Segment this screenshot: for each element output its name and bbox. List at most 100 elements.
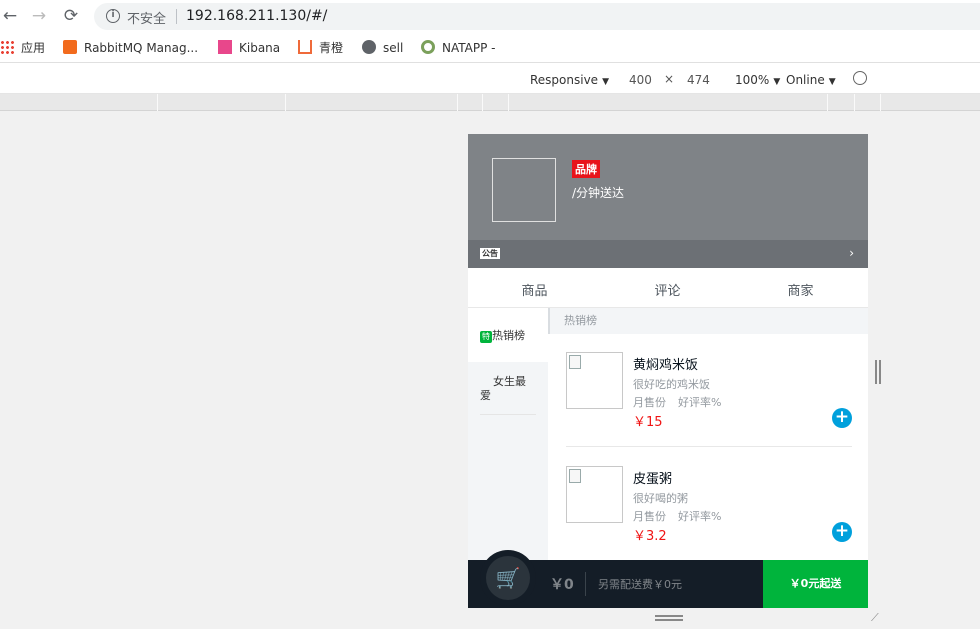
bookmark-natapp[interactable]: NATAPP - bbox=[421, 40, 495, 56]
resize-handle-right[interactable] bbox=[875, 360, 881, 384]
ruler-tick bbox=[457, 94, 458, 111]
menu-item-ladies[interactable]: 女生最爱 bbox=[468, 372, 548, 414]
cart-icon bbox=[298, 40, 312, 54]
rating: 好评率% bbox=[678, 396, 722, 409]
bookmark-label: RabbitMQ Manag... bbox=[84, 41, 199, 55]
kibana-icon bbox=[218, 40, 232, 54]
broken-image-icon bbox=[569, 355, 581, 369]
menu-item-label: 女生最爱 bbox=[480, 375, 526, 402]
media-query-ruler[interactable] bbox=[0, 94, 980, 111]
resize-handle-bottom[interactable] bbox=[655, 615, 683, 621]
back-icon[interactable]: ← bbox=[0, 6, 20, 26]
resize-corner-icon[interactable]: ⟋ bbox=[871, 612, 883, 624]
menu-divider bbox=[480, 414, 536, 415]
shopcart: 🛒 ￥0 另需配送费￥0元 ￥0元起送 bbox=[468, 550, 868, 608]
food-description: 很好喝的粥 bbox=[633, 492, 688, 505]
food-price: ￥15 bbox=[633, 415, 663, 430]
forward-icon[interactable]: → bbox=[29, 6, 49, 26]
height-input[interactable]: 474 bbox=[687, 73, 710, 87]
width-input[interactable]: 400 bbox=[629, 73, 652, 87]
network-select[interactable]: Online ▼ bbox=[786, 73, 836, 89]
network-label: Online bbox=[786, 73, 825, 87]
delivery-time: /分钟送达 bbox=[572, 186, 625, 200]
bookmark-apps[interactable]: 应用 bbox=[0, 40, 45, 56]
food-extra: 月售份 好评率% bbox=[633, 394, 721, 410]
ruler-tick bbox=[854, 94, 855, 111]
globe-icon bbox=[362, 40, 376, 54]
emulated-device: 品牌 /分钟送达 公告 › 商品 评论 商家 特热销榜 女生最爱 热销榜 黄焖鸡… bbox=[468, 134, 868, 608]
apps-grid-icon bbox=[0, 40, 14, 54]
ruler-tick bbox=[157, 94, 158, 111]
device-mode-select[interactable]: Responsive ▼ bbox=[530, 73, 609, 89]
food-divider bbox=[566, 446, 852, 447]
bookmark-label: 应用 bbox=[21, 41, 46, 55]
food-name: 皮蛋粥 bbox=[633, 472, 673, 487]
chevron-down-icon: ▼ bbox=[828, 77, 836, 87]
pay-button[interactable]: ￥0元起送 bbox=[763, 560, 868, 608]
tab-seller[interactable]: 商家 bbox=[734, 280, 867, 299]
food-name: 黄焖鸡米饭 bbox=[633, 358, 699, 373]
omnibox-divider bbox=[176, 9, 177, 24]
bookmark-qingcheng[interactable]: 青橙 bbox=[298, 40, 343, 56]
cart-total-price: ￥0 bbox=[550, 577, 574, 593]
add-to-cart-button[interactable]: + bbox=[832, 408, 852, 428]
menu-item-hot[interactable]: 特热销榜 bbox=[468, 308, 548, 362]
bookmark-label: Kibana bbox=[239, 41, 281, 55]
chevron-down-icon: ▼ bbox=[773, 77, 781, 87]
bookmark-label: NATAPP - bbox=[442, 41, 496, 55]
chevron-down-icon: ▼ bbox=[602, 77, 609, 87]
ruler-tick bbox=[285, 94, 286, 111]
info-icon[interactable]: i bbox=[106, 9, 120, 23]
seller-avatar bbox=[492, 158, 556, 222]
cart-logo-wrapper[interactable]: 🛒 bbox=[480, 550, 536, 606]
cart-divider bbox=[585, 572, 586, 596]
tab-bar: 商品 评论 商家 bbox=[468, 268, 868, 308]
broken-image-icon bbox=[569, 469, 581, 483]
food-description: 很好吃的鸡米饭 bbox=[633, 378, 710, 391]
sell-count: 月售份 bbox=[633, 510, 666, 523]
notice-bar[interactable]: 公告 › bbox=[468, 240, 868, 268]
add-to-cart-button[interactable]: + bbox=[832, 522, 852, 542]
delivery-fee: 另需配送费￥0元 bbox=[598, 578, 682, 591]
menu-item-label: 热销榜 bbox=[492, 329, 525, 342]
notice-tag: 公告 bbox=[480, 248, 500, 259]
food-group-title: 热销榜 bbox=[548, 308, 868, 334]
bookmark-kibana[interactable]: Kibana bbox=[218, 40, 280, 56]
foods-wrapper: 热销榜 黄焖鸡米饭 很好吃的鸡米饭 月售份 好评率% ￥15 + 皮蛋粥 很好喝的… bbox=[548, 308, 868, 560]
ruler-tick bbox=[880, 94, 881, 111]
bookmark-label: 青橙 bbox=[319, 41, 344, 55]
natapp-icon bbox=[421, 40, 435, 54]
sell-count: 月售份 bbox=[633, 396, 666, 409]
bookmark-sell[interactable]: sell bbox=[362, 40, 403, 56]
food-extra: 月售份 好评率% bbox=[633, 508, 721, 524]
bookmark-rabbitmq[interactable]: RabbitMQ Manag... bbox=[63, 40, 198, 56]
reload-icon[interactable]: ⟳ bbox=[61, 6, 81, 26]
ruler-tick bbox=[827, 94, 828, 111]
seller-header: 品牌 /分钟送达 公告 › bbox=[468, 134, 868, 268]
omnibox[interactable]: i 不安全 192.168.211.130/#/ bbox=[94, 3, 980, 30]
rabbitmq-icon bbox=[63, 40, 77, 54]
device-mode-label: Responsive bbox=[530, 73, 599, 87]
browser-address-bar: ← → ⟳ i 不安全 192.168.211.130/#/ bbox=[0, 0, 980, 33]
times-icon: × bbox=[664, 72, 675, 86]
food-image bbox=[566, 466, 623, 523]
bookmark-label: sell bbox=[383, 41, 404, 55]
ruler-tick bbox=[508, 94, 509, 111]
food-image bbox=[566, 352, 623, 409]
tab-goods[interactable]: 商品 bbox=[468, 280, 601, 299]
brand-badge: 品牌 bbox=[572, 160, 600, 178]
insecure-label: 不安全 bbox=[127, 12, 167, 27]
rating: 好评率% bbox=[678, 510, 722, 523]
shopping-cart-icon: 🛒 bbox=[486, 556, 530, 600]
device-toolbar: Responsive ▼ 400 × 474 100% ▼ Online ▼ bbox=[0, 64, 980, 94]
bookmarks-bar: 应用 RabbitMQ Manag... Kibana 青橙 sell NATA… bbox=[0, 33, 980, 63]
special-icon: 特 bbox=[480, 331, 492, 343]
rotate-icon[interactable] bbox=[853, 71, 867, 85]
url-text[interactable]: 192.168.211.130/#/ bbox=[186, 8, 327, 24]
food-price: ￥3.2 bbox=[633, 529, 667, 544]
tab-ratings[interactable]: 评论 bbox=[601, 280, 734, 299]
chevron-right-icon: › bbox=[849, 246, 854, 260]
food-item[interactable]: 黄焖鸡米饭 很好吃的鸡米饭 月售份 好评率% ￥15 + bbox=[566, 352, 852, 466]
zoom-select[interactable]: 100% ▼ bbox=[735, 73, 780, 89]
zoom-label: 100% bbox=[735, 73, 770, 87]
